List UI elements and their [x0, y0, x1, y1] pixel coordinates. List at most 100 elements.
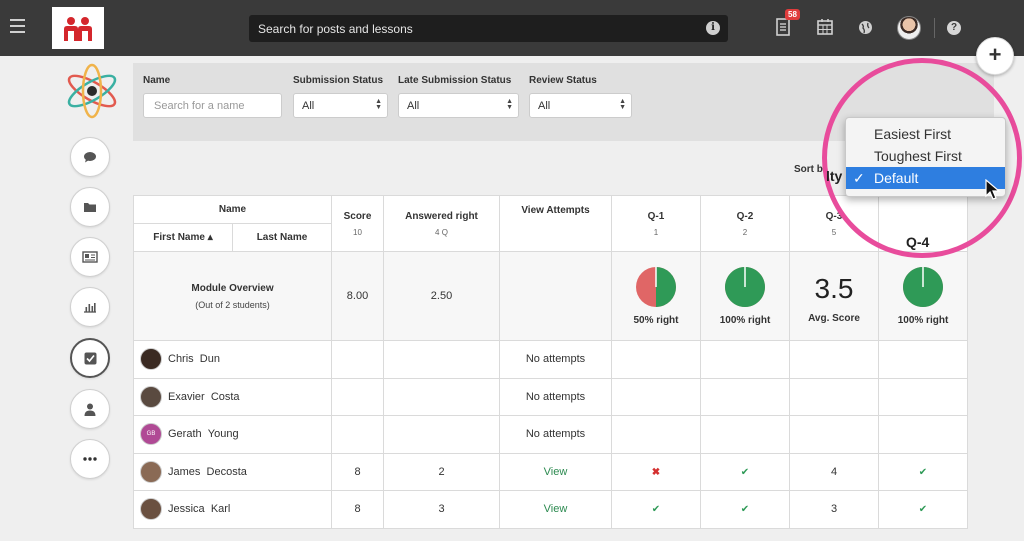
plus-icon[interactable]: +	[976, 37, 1014, 75]
q1-cell	[611, 340, 701, 379]
select-arrows-icon: ▲ ▼	[619, 98, 626, 111]
student-name-cell[interactable]: GB Gerath Young	[133, 415, 332, 454]
student-name-cell[interactable]: James Decosta	[133, 452, 332, 491]
module-overview-row: Module Overview (Out of 2 students) 8.00…	[133, 251, 968, 341]
q4-header-label: Q-4	[906, 234, 930, 250]
sort-option-label: Easiest First	[874, 126, 952, 142]
score-max: 10	[353, 227, 362, 237]
members-button[interactable]	[70, 389, 110, 429]
hamburger-icon[interactable]	[10, 19, 25, 33]
more-button[interactable]	[70, 439, 110, 479]
score-cell: 8	[331, 490, 384, 529]
folder-icon	[84, 203, 96, 212]
info-icon[interactable]: i	[706, 21, 720, 35]
q1-cell	[611, 377, 701, 416]
student-row: GB Gerath Young No attempts	[133, 415, 968, 454]
submission-status-select[interactable]: All ▲ ▼	[293, 93, 388, 118]
q3-cell	[789, 340, 879, 379]
score-cell	[331, 340, 384, 379]
name-search-input[interactable]: Search for a name	[143, 93, 282, 118]
bar-chart-icon	[84, 303, 96, 313]
q1-cell: ✖	[611, 452, 701, 491]
attempts-cell-value: No attempts	[525, 428, 586, 441]
grades-table: Name Score 10 Answered right 4 Q View Atte…	[133, 195, 968, 529]
first-name-sort-header[interactable]: First Name ▴	[133, 223, 233, 252]
student-name-cell[interactable]: Exavier Costa	[133, 377, 332, 416]
student-name-cell[interactable]: Chris Dun	[133, 340, 332, 379]
q1-column-header[interactable]: Q-1 1	[611, 195, 701, 252]
lessons-button[interactable]	[70, 237, 110, 277]
answered-cell: 3	[383, 490, 500, 529]
sort-dropdown-menu[interactable]: Easiest First Toughest First ✓ Default	[845, 117, 1006, 197]
attempts-cell[interactable]: View	[499, 490, 612, 529]
analytics-button[interactable]	[70, 287, 110, 327]
attempts-cell-value[interactable]: View	[544, 503, 568, 515]
last-name-sort-header[interactable]: Last Name	[232, 223, 332, 252]
q2-points: 2	[742, 227, 748, 237]
q1-cell: ✔	[611, 490, 701, 529]
q2-cell	[700, 377, 790, 416]
global-search[interactable]: Search for posts and lessons i	[249, 15, 728, 42]
attempts-cell-value: No attempts	[525, 353, 586, 366]
q3-cell: 4	[789, 452, 879, 491]
q1-cell-value: ✔	[651, 504, 661, 516]
q4-cell-value: ✔	[918, 504, 928, 516]
files-button[interactable]	[70, 187, 110, 227]
review-status-select[interactable]: All ▲ ▼	[529, 93, 632, 118]
overview-score: 8.00	[331, 251, 384, 341]
attempts-cell: No attempts	[499, 415, 612, 454]
sort-option-toughest[interactable]: Toughest First	[846, 145, 1005, 167]
score-cell	[331, 415, 384, 454]
assignments-button[interactable]	[70, 338, 110, 378]
q1-pie-chart	[636, 267, 676, 307]
q3-points: 5	[831, 227, 837, 237]
calendar-icon[interactable]	[817, 18, 833, 35]
q2-cell	[700, 340, 790, 379]
submission-status-value: All	[302, 100, 315, 112]
globe-icon[interactable]	[858, 20, 873, 35]
student-name-cell[interactable]: Jessica Karl	[133, 490, 332, 529]
sort-select-peek[interactable]: lty	[826, 168, 842, 184]
q2-cell-value: ✔	[740, 466, 750, 478]
q2-header-label: Q-2	[736, 210, 754, 222]
score-cell-value: 8	[354, 503, 361, 516]
sort-option-default[interactable]: ✓ Default	[846, 167, 1005, 189]
score-header-label: Score	[343, 210, 372, 222]
toolbar-divider	[934, 18, 935, 38]
q2-column-header[interactable]: Q-2 2	[700, 195, 790, 252]
student-row: Exavier Costa No attempts	[133, 377, 968, 416]
avatar-initials: GB	[146, 431, 156, 438]
sort-by-label: Sort b	[794, 164, 823, 175]
q3-cell-value: 4	[830, 465, 838, 478]
student-avatar: GB	[140, 423, 162, 446]
q3-column-header[interactable]: Q-3 5	[789, 195, 879, 252]
student-first-name: James	[168, 465, 201, 478]
document-icon[interactable]	[776, 18, 790, 36]
user-avatar[interactable]	[897, 16, 921, 40]
answered-column-header[interactable]: Answered right 4 Q	[383, 195, 500, 252]
overview-q1: 50% right	[611, 251, 701, 341]
sort-option-easiest[interactable]: Easiest First	[846, 123, 1005, 145]
answered-total: 4 Q	[435, 227, 448, 237]
discussion-button[interactable]	[70, 137, 110, 177]
submission-status-label: Submission Status	[293, 75, 384, 86]
q1-points: 1	[653, 227, 659, 237]
q4-cell	[878, 340, 968, 379]
late-submission-select[interactable]: All ▲ ▼	[398, 93, 519, 118]
q4-cell: ✔	[878, 490, 968, 529]
student-first-name: Jessica	[168, 503, 205, 516]
q3-cell	[789, 415, 879, 454]
sort-option-label: Toughest First	[874, 148, 962, 164]
checkmark-icon: ✓	[853, 170, 865, 186]
q4-cell: ✔	[878, 452, 968, 491]
attempts-cell[interactable]: View	[499, 452, 612, 491]
student-last-name: Dun	[199, 353, 220, 366]
help-icon[interactable]: ?	[947, 21, 961, 35]
student-row: Chris Dun No attempts	[133, 340, 968, 379]
top-bar: Search for posts and lessons i 58 ?	[0, 0, 1024, 56]
attempts-cell-value[interactable]: View	[544, 466, 568, 478]
app-logo[interactable]	[52, 7, 104, 49]
course-logo[interactable]	[63, 62, 121, 120]
score-column-header[interactable]: Score 10	[331, 195, 384, 252]
student-avatar	[140, 460, 162, 483]
